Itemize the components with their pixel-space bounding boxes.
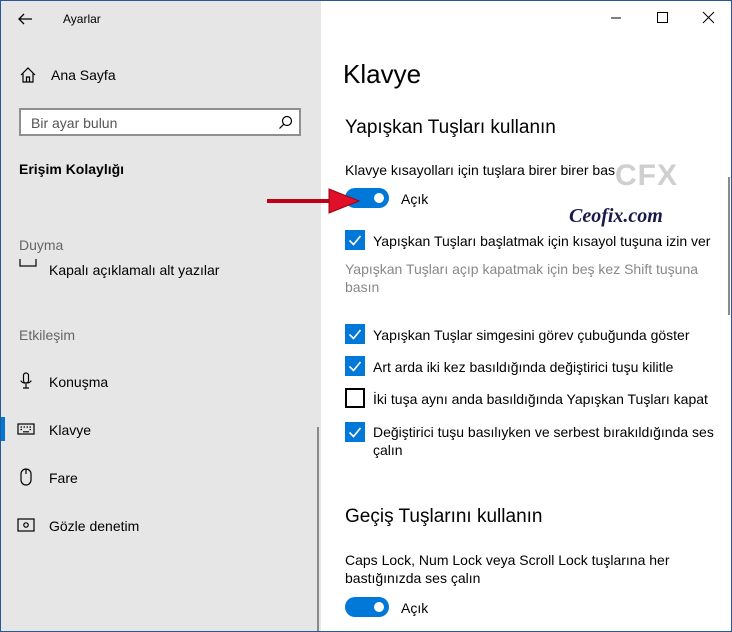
watermark-logo: CFX — [615, 159, 678, 192]
home-icon — [20, 67, 36, 83]
checkbox-label: Yapışkan Tuşları başlatmak için kısayol … — [373, 233, 711, 249]
captions-icon — [19, 259, 37, 267]
toggle-knob — [374, 602, 384, 612]
group-label-interaction: Etkileşim — [19, 327, 76, 343]
checkbox-turn-off-two-keys[interactable]: İki tuşa aynı anda basıldığında Yapışkan… — [345, 387, 725, 409]
checkbox-checked-icon[interactable] — [345, 356, 365, 376]
sidebar-item-speech[interactable]: Konuşma — [17, 371, 307, 393]
sticky-keys-toggle-label: Açık — [401, 191, 429, 207]
minimize-icon[interactable] — [601, 7, 631, 29]
checkbox-checked-icon[interactable] — [345, 324, 365, 344]
maximize-icon[interactable] — [647, 7, 677, 29]
checkbox-label: İki tuşa aynı anda basıldığında Yapışkan… — [373, 391, 708, 407]
toggle-keys-toggle-label: Açık — [401, 600, 429, 616]
mouse-icon — [20, 468, 32, 486]
sidebar-item-mouse[interactable]: Fare — [17, 467, 307, 489]
annotation-arrow-icon — [267, 188, 361, 214]
sidebar-item-label: Konuşma — [49, 374, 109, 390]
sidebar-item-label: Kapalı açıklamalı alt yazılar — [49, 262, 220, 278]
search-placeholder: Bir ayar bulun — [31, 115, 118, 131]
search-input[interactable]: Bir ayar bulun — [19, 108, 301, 136]
settings-window: Ayarlar Ana Sayfa Bir ayar bulun Erişim … — [0, 0, 732, 632]
toggle-knob — [374, 193, 384, 203]
toggle-keys-heading: Geçiş Tuşlarını kullanın — [345, 506, 543, 527]
checkbox-label: Yapışkan Tuşlar simgesini görev çubuğund… — [373, 327, 690, 343]
sidebar-item-label: Klavye — [49, 422, 92, 438]
shortcut-description: Yapışkan Tuşları açıp kapatmak için beş … — [345, 261, 699, 295]
app-title: Ayarlar — [63, 12, 101, 26]
checkbox-label: Değiştirici tuşu basılıyken ve serbest b… — [373, 424, 714, 458]
sidebar-item-captions[interactable]: Kapalı açıklamalı alt yazılar — [17, 259, 307, 279]
sidebar-item-keyboard[interactable]: Klavye — [17, 419, 307, 441]
keyboard-icon — [17, 423, 35, 435]
checkbox-unchecked-icon[interactable] — [345, 388, 365, 408]
toggle-keys-subtext: Caps Lock, Num Lock veya Scroll Lock tuş… — [345, 552, 670, 586]
sidebar-item-label: Gözle denetim — [49, 518, 140, 534]
checkbox-label: Art arda iki kez basıldığında değiştiric… — [373, 359, 674, 375]
watermark-text: Ceofix.com — [569, 205, 663, 227]
sidebar-item-eye-control[interactable]: Gözle denetim — [17, 515, 307, 537]
search-icon[interactable] — [278, 115, 293, 130]
sidebar: Ayarlar Ana Sayfa Bir ayar bulun Erişim … — [1, 1, 321, 631]
checkbox-checked-icon[interactable] — [345, 422, 365, 442]
sidebar-scrollbar[interactable] — [317, 427, 319, 631]
microphone-icon — [20, 372, 32, 389]
checkbox-taskbar-icon[interactable]: Yapışkan Tuşlar simgesini görev çubuğund… — [345, 323, 725, 345]
sticky-keys-heading: Yapışkan Tuşları kullanın — [345, 117, 556, 138]
back-arrow-icon[interactable] — [15, 9, 35, 29]
group-label-hearing: Duyma — [19, 237, 64, 253]
page-title: Klavye — [343, 59, 422, 89]
checkbox-lock-modifier[interactable]: Art arda iki kez basıldığında değiştiric… — [345, 355, 725, 377]
sidebar-item-home[interactable]: Ana Sayfa — [17, 65, 307, 87]
section-title: Erişim Kolaylığı — [19, 161, 125, 177]
sidebar-item-label: Fare — [49, 470, 78, 486]
active-indicator — [1, 417, 5, 441]
checkbox-play-sound[interactable]: Değiştirici tuşu basılıyken ve serbest b… — [345, 421, 725, 461]
checkbox-checked-icon[interactable] — [345, 230, 365, 250]
checkbox-shortcut[interactable]: Yapışkan Tuşları başlatmak için kısayol … — [345, 229, 725, 251]
main-scrollbar[interactable] — [728, 177, 730, 315]
sticky-keys-subtext: Klavye kısayolları için tuşlara birer bi… — [345, 162, 615, 178]
home-label: Ana Sayfa — [51, 67, 116, 83]
toggle-keys-toggle[interactable] — [345, 597, 389, 617]
eye-control-icon — [17, 518, 35, 532]
main-content: Klavye Yapışkan Tuşları kullanın Klavye … — [321, 1, 731, 631]
close-icon[interactable] — [693, 7, 723, 29]
